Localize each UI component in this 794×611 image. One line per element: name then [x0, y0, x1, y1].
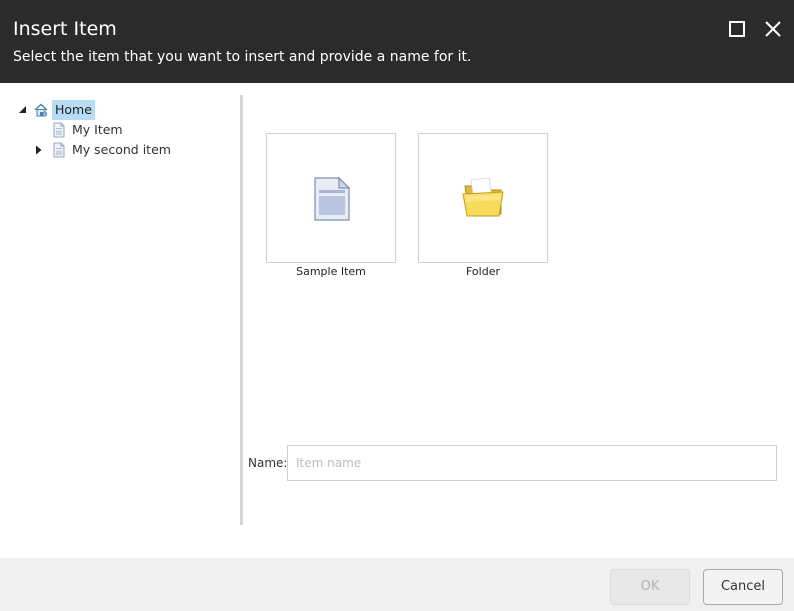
close-button[interactable] [761, 17, 785, 41]
pane-splitter[interactable] [240, 95, 243, 525]
tree-item-label[interactable]: My second item [69, 140, 174, 160]
tree-item-label[interactable]: Home [52, 100, 95, 120]
folder-icon [462, 177, 504, 217]
maximize-icon [729, 21, 745, 37]
expanded-arrow-icon[interactable] [18, 105, 28, 115]
dialog-footer: OK Cancel [0, 558, 794, 611]
home-icon [34, 103, 48, 117]
tree-item-label[interactable]: My Item [69, 120, 126, 140]
close-icon [765, 21, 781, 37]
dialog-subtitle: Select the item that you want to insert … [13, 49, 472, 65]
document-icon [53, 142, 65, 158]
template-label-folder[interactable]: Folder [418, 265, 548, 278]
item-name-input[interactable] [287, 445, 777, 481]
content-tree: Home My Item My second item [0, 95, 240, 525]
sample-item-icon [314, 176, 351, 221]
dialog-header: Insert Item Select the item that you wan… [0, 0, 794, 83]
document-icon [53, 122, 65, 138]
template-label-sample-item[interactable]: Sample Item [266, 265, 396, 278]
name-label: Name: [248, 456, 288, 470]
ok-button[interactable]: OK [610, 569, 690, 605]
cancel-button[interactable]: Cancel [703, 569, 783, 605]
dialog-title: Insert Item [13, 18, 117, 40]
collapsed-arrow-icon[interactable] [34, 145, 44, 155]
template-tile-sample-item[interactable] [266, 133, 396, 263]
template-tile-folder[interactable] [418, 133, 548, 263]
maximize-button[interactable] [725, 17, 749, 41]
insert-item-dialog: Insert Item Select the item that you wan… [0, 0, 794, 611]
